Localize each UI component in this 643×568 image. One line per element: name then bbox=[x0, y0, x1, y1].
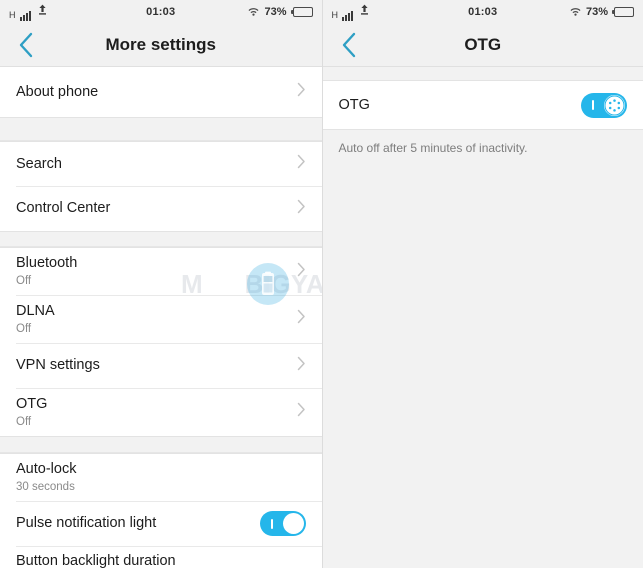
row-title: About phone bbox=[16, 83, 99, 100]
list-item-button-backlight-duration[interactable]: Button backlight duration 1.5 seconds bbox=[0, 546, 322, 568]
chevron-right-icon bbox=[297, 199, 306, 219]
battery-icon bbox=[612, 7, 634, 17]
list-item-dlna[interactable]: DLNA Off bbox=[0, 295, 322, 343]
left-phone-screen: H 01:03 73% More settings About phone Se… bbox=[0, 0, 322, 568]
row-subtitle: 30 seconds bbox=[16, 481, 75, 493]
status-bar-left: H 01:03 73% bbox=[0, 0, 322, 24]
pulse-notification-light-toggle[interactable] bbox=[259, 511, 306, 536]
row-title: OTG bbox=[16, 395, 48, 412]
row-subtitle: Off bbox=[16, 322, 32, 335]
row-title: Search bbox=[16, 155, 62, 172]
row-subtitle: Off bbox=[16, 275, 32, 287]
row-title: Button backlight duration bbox=[16, 553, 176, 568]
dual-screenshot: H 01:03 73% More settings About phone Se… bbox=[0, 0, 643, 568]
list-item-otg-toggle[interactable]: OTG bbox=[322, 81, 643, 129]
row-title: DLNA bbox=[16, 302, 55, 319]
list-item-search[interactable]: Search bbox=[0, 142, 322, 186]
list-item-vpn-settings[interactable]: VPN settings bbox=[0, 343, 322, 388]
otg-group: OTG bbox=[322, 80, 643, 130]
group-spacer-3 bbox=[0, 437, 322, 453]
nav-bar-right: OTG bbox=[322, 24, 643, 67]
row-title: Auto-lock bbox=[16, 461, 77, 477]
nav-bar-left: More settings bbox=[0, 24, 322, 67]
settings-group-1: About phone bbox=[0, 67, 322, 118]
settings-group-3: Bluetooth Off DLNA Off VPN settings OTG … bbox=[0, 247, 322, 437]
row-title: Bluetooth bbox=[16, 255, 78, 271]
top-spacer bbox=[322, 67, 643, 80]
status-right-cluster: 73% bbox=[569, 3, 634, 21]
back-button-right[interactable] bbox=[323, 24, 375, 66]
chevron-right-icon bbox=[297, 402, 306, 422]
chevron-right-icon bbox=[297, 309, 306, 329]
otg-helper-note: Auto off after 5 minutes of inactivity. bbox=[338, 141, 528, 155]
chevron-left-icon bbox=[342, 32, 355, 58]
row-title: Pulse notification light bbox=[16, 515, 157, 531]
list-item-about-phone[interactable]: About phone bbox=[0, 67, 322, 117]
right-phone-screen: H 01:03 73% OTG OTG Auto off after 5 min… bbox=[321, 0, 643, 568]
chevron-right-icon bbox=[297, 154, 306, 174]
otg-toggle[interactable] bbox=[581, 92, 627, 118]
row-title: VPN settings bbox=[16, 357, 100, 373]
battery-percent-label: 73% bbox=[585, 6, 608, 18]
wifi-icon bbox=[569, 3, 582, 21]
settings-group-2: Search Control Center bbox=[0, 141, 322, 232]
battery-icon bbox=[290, 7, 313, 17]
chevron-right-icon bbox=[297, 356, 306, 376]
row-title: Control Center bbox=[16, 200, 111, 216]
list-item-otg[interactable]: OTG Off bbox=[0, 388, 322, 436]
otg-settings-content: OTG Auto off after 5 minutes of inactivi… bbox=[322, 67, 643, 568]
settings-list-left: About phone Search Control Center Blueto… bbox=[0, 67, 322, 568]
group-spacer-1 bbox=[0, 118, 322, 141]
chevron-right-icon bbox=[297, 82, 306, 102]
toggle-knob bbox=[282, 513, 304, 534]
status-right-cluster: 73% bbox=[247, 3, 313, 21]
list-item-pulse-notification-light[interactable]: Pulse notification light bbox=[0, 501, 322, 546]
chevron-right-icon bbox=[297, 262, 306, 282]
row-subtitle: Off bbox=[16, 415, 32, 428]
list-item-bluetooth[interactable]: Bluetooth Off bbox=[0, 248, 322, 295]
group-spacer-2 bbox=[0, 232, 322, 247]
wifi-icon bbox=[247, 3, 260, 21]
list-item-control-center[interactable]: Control Center bbox=[0, 186, 322, 231]
row-title: OTG bbox=[338, 96, 370, 113]
settings-group-4: Auto-lock 30 seconds Pulse notification … bbox=[0, 453, 322, 568]
chevron-left-icon bbox=[19, 32, 33, 58]
list-item-auto-lock[interactable]: Auto-lock 30 seconds bbox=[0, 454, 322, 501]
status-bar-right: H 01:03 73% bbox=[322, 0, 643, 24]
back-button-left[interactable] bbox=[0, 24, 52, 66]
toggle-knob-busy bbox=[604, 94, 625, 116]
battery-percent-label: 73% bbox=[264, 6, 287, 18]
